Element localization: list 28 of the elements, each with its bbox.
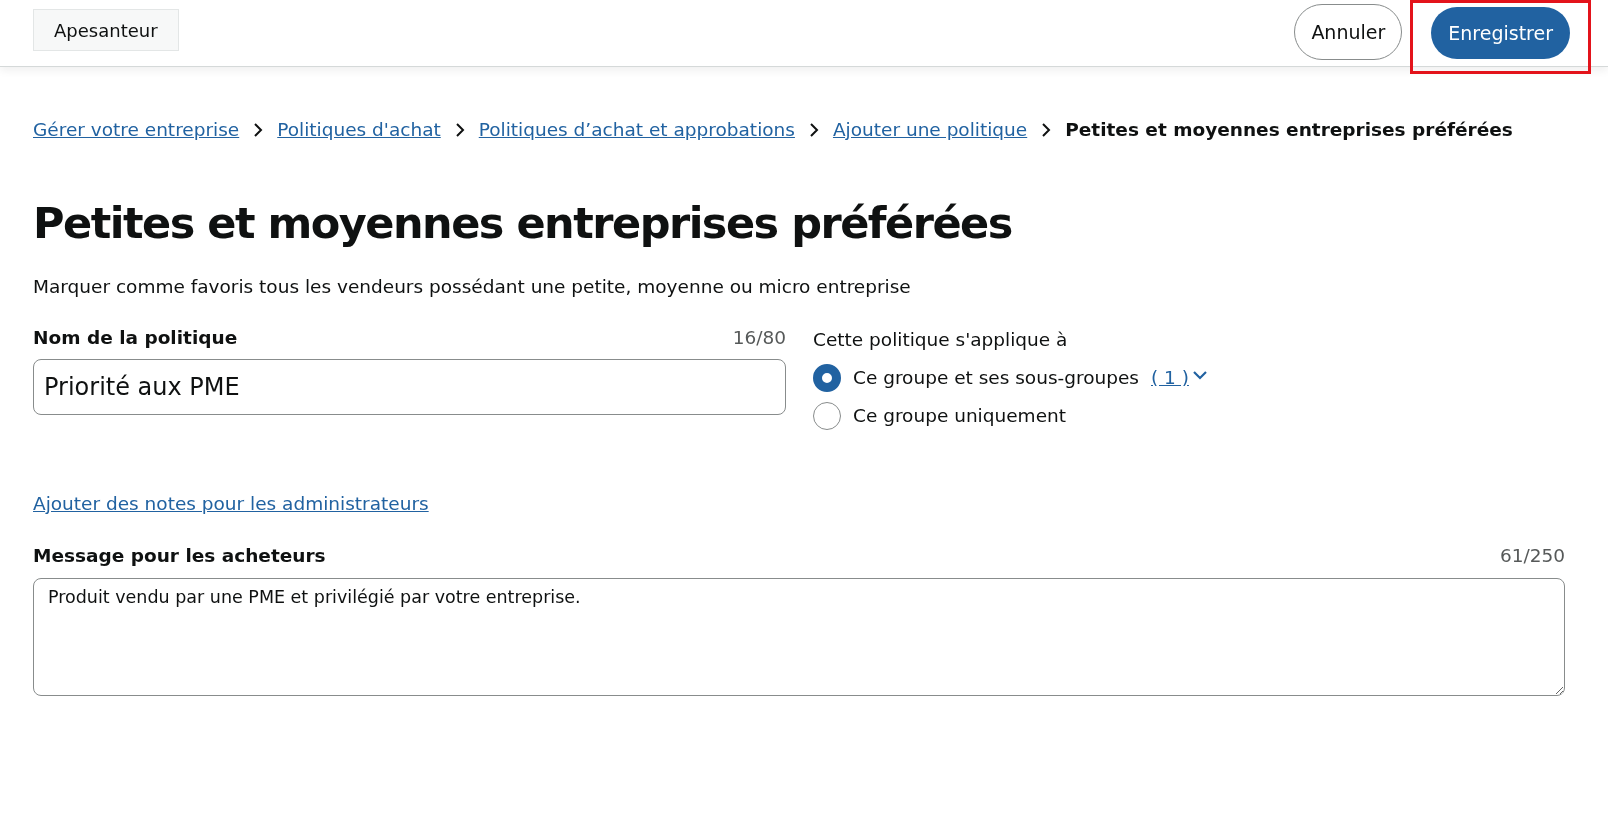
breadcrumb-link[interactable]: Politiques d’achat et approbations xyxy=(478,119,795,140)
policy-name-field[interactable]: Priorité aux PME xyxy=(33,358,786,415)
breadcrumb-current: Petites et moyennes entreprises préférées xyxy=(1065,119,1513,140)
breadcrumb-link[interactable]: Gérer votre entreprise xyxy=(33,119,240,140)
field-label: Nom de la politique xyxy=(33,326,238,348)
add-notes-link[interactable]: Ajouter des notes pour les administrateurs xyxy=(33,492,429,514)
radio-button[interactable] xyxy=(813,401,841,430)
chevron-down-icon[interactable] xyxy=(1192,369,1207,380)
subgroup-count-link[interactable]: ( 1 ) xyxy=(1151,367,1189,389)
character-counter: 61/250 xyxy=(1499,544,1565,566)
page-description: Marquer comme favoris tous les vendeurs possédant une petite, moyenne ou micro entreprise xyxy=(33,275,912,297)
character-counter: 16/80 xyxy=(732,326,786,348)
page-title: Petites et moyennes entreprises préférées xyxy=(33,198,1013,250)
cancel-button[interactable]: Annuler xyxy=(1294,4,1403,60)
account-button[interactable]: Apesanteur xyxy=(33,9,179,51)
chevron-right-icon xyxy=(808,122,819,137)
radio-label: Ce groupe uniquement xyxy=(853,405,1066,427)
chevron-right-icon xyxy=(253,122,264,137)
chevron-right-icon xyxy=(1041,122,1052,137)
breadcrumb-link[interactable]: Politiques d'achat xyxy=(277,119,441,140)
chevron-right-icon xyxy=(454,122,465,137)
save-button[interactable]: Enregistrer xyxy=(1431,7,1570,59)
radio-group-label: Cette politique s'applique à xyxy=(813,328,1069,350)
radio-label: Ce groupe et ses sous-groupes xyxy=(853,367,1139,389)
radio-button[interactable] xyxy=(813,363,841,392)
field-label: Message pour les acheteurs xyxy=(33,544,326,566)
buyer-message-field[interactable]: Produit vendu par une PME et privilégié par votre entreprise. xyxy=(33,577,1565,696)
breadcrumb-link[interactable]: Ajouter une politique xyxy=(832,119,1028,140)
